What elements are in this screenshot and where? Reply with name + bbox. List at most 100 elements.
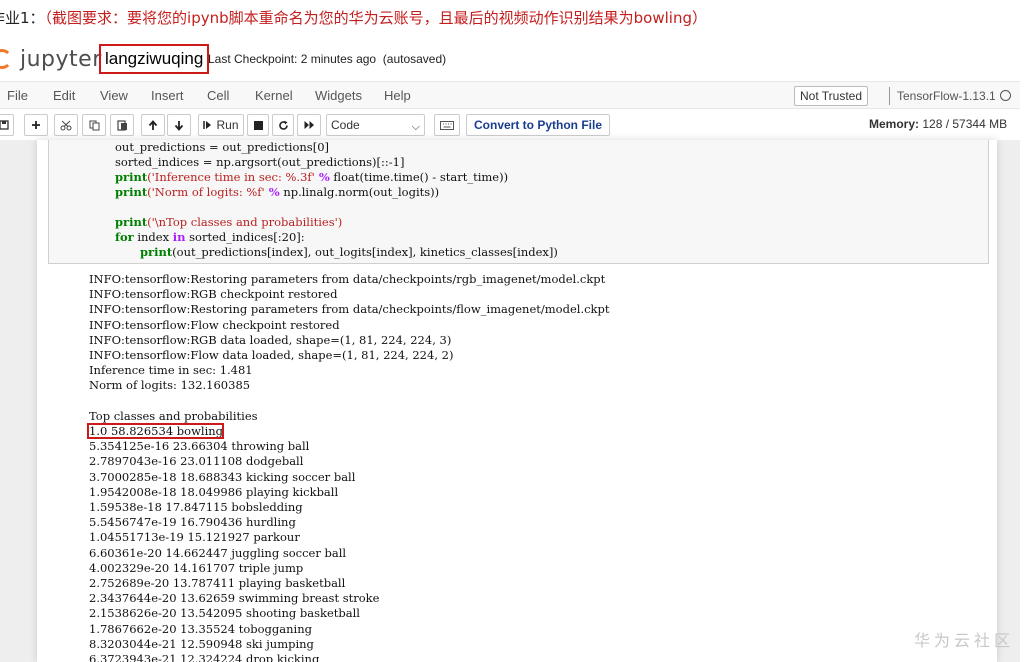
code-text: index bbox=[133, 230, 173, 244]
code-line: print(out_predictions[index], out_logits… bbox=[140, 245, 558, 260]
code-line: out_predictions = out_predictions[0] bbox=[115, 140, 329, 154]
result-highlight-box bbox=[87, 423, 224, 439]
paste-button[interactable] bbox=[110, 114, 134, 136]
trust-button[interactable]: Not Trusted bbox=[794, 86, 869, 106]
output-line: INFO:tensorflow:RGB data loaded, shape=(… bbox=[89, 332, 452, 347]
output-line: 1.7867662e-20 13.35524 tobogganing bbox=[89, 621, 312, 636]
output-line: Inference time in sec: 1.481 bbox=[89, 363, 253, 378]
keyboard-icon bbox=[440, 120, 454, 130]
memory-value: 128 / 57344 MB bbox=[922, 117, 1008, 131]
fast-forward-icon bbox=[304, 121, 314, 129]
output-line: 5.354125e-16 23.66304 throwing ball bbox=[89, 439, 310, 454]
output-line: 6.60361e-20 14.662447 juggling soccer ba… bbox=[89, 545, 347, 560]
notebook-name[interactable]: langziwuqing bbox=[99, 44, 210, 74]
notebook-header: jupyter langziwuqing Last Checkpoint: 2 … bbox=[0, 40, 1033, 78]
insert-cell-button[interactable] bbox=[24, 114, 48, 136]
save-button[interactable] bbox=[0, 114, 14, 136]
menu-cell[interactable]: Cell bbox=[207, 88, 229, 103]
copy-icon bbox=[89, 120, 99, 130]
banner-lead: 作业1： bbox=[0, 9, 45, 27]
assignment-banner: 作业1：（截图要求：要将您的ipynb脚本重命名为您的华为云账号，且最后的视频动… bbox=[0, 6, 707, 30]
output-line: 6.3723943e-21 12.324224 drop kicking bbox=[89, 652, 320, 662]
chevron-down-icon: ⌵ bbox=[411, 121, 420, 133]
output-line: INFO:tensorflow:Restoring parameters fro… bbox=[89, 272, 606, 286]
code-line: print('Norm of logits: %f' % np.linalg.n… bbox=[115, 185, 439, 200]
output-line: INFO:tensorflow:Restoring parameters fro… bbox=[89, 302, 610, 317]
code-string: ('Inference time in sec: %.3f' bbox=[147, 170, 315, 184]
code-line: for index in sorted_indices[:20]: bbox=[115, 230, 305, 245]
run-button[interactable]: Run bbox=[198, 114, 244, 136]
code-line: print('\nTop classes and probabilities') bbox=[115, 215, 342, 230]
cut-button[interactable] bbox=[54, 114, 78, 136]
code-line: print('Inference time in sec: %.3f' % fl… bbox=[115, 170, 508, 185]
checkpoint-status: Last Checkpoint: 2 minutes ago (autosave… bbox=[208, 52, 446, 66]
code-keyword: print bbox=[115, 170, 148, 184]
move-up-button[interactable] bbox=[141, 114, 165, 136]
toolbar: Run Code ⌵ Convert to Python File Memory… bbox=[0, 111, 1020, 139]
cell-type-value: Code bbox=[331, 118, 360, 132]
code-operator: in bbox=[172, 230, 186, 244]
menu-edit[interactable]: Edit bbox=[53, 88, 75, 103]
jupyter-logo-icon bbox=[0, 44, 14, 74]
output-line: INFO:tensorflow:Flow data loaded, shape=… bbox=[89, 348, 454, 362]
save-icon bbox=[0, 120, 9, 130]
code-keyword: print bbox=[115, 215, 148, 229]
code-text: np.linalg.norm(out_logits)) bbox=[279, 185, 440, 199]
code-text: sorted_indices[:20]: bbox=[185, 230, 305, 244]
arrow-up-icon bbox=[148, 119, 158, 130]
checkpoint-text: Last Checkpoint: 2 minutes ago bbox=[208, 52, 377, 66]
stop-icon bbox=[253, 120, 263, 130]
code-keyword: print bbox=[115, 185, 148, 199]
menu-bar: File Edit View Insert Cell Kernel Widget… bbox=[0, 81, 1020, 109]
menu-kernel[interactable]: Kernel bbox=[255, 88, 293, 103]
command-palette-button[interactable] bbox=[434, 114, 460, 136]
copy-button[interactable] bbox=[82, 114, 106, 136]
output-line: 2.752689e-20 13.787411 playing basketbal… bbox=[89, 576, 346, 590]
menu-file[interactable]: File bbox=[7, 88, 28, 103]
output-line: INFO:tensorflow:RGB checkpoint restored bbox=[89, 287, 338, 302]
jupyter-logo[interactable]: jupyter bbox=[0, 42, 102, 76]
menu-widgets[interactable]: Widgets bbox=[315, 88, 362, 103]
restart-button[interactable] bbox=[272, 114, 294, 136]
menu-insert[interactable]: Insert bbox=[151, 88, 184, 103]
scissors-icon bbox=[60, 120, 72, 130]
code-keyword: print bbox=[140, 245, 173, 259]
output-line: 2.1538626e-20 13.542095 shooting basketb… bbox=[89, 606, 360, 621]
memory-label: Memory: bbox=[869, 117, 920, 131]
kernel-name[interactable]: TensorFlow-1.13.1 bbox=[889, 87, 996, 105]
run-all-button[interactable] bbox=[297, 114, 321, 136]
output-line: INFO:tensorflow:Flow checkpoint restored bbox=[89, 317, 340, 332]
output-line: 8.3203044e-21 12.590948 ski jumping bbox=[89, 636, 314, 651]
scrollbar-track[interactable] bbox=[1020, 81, 1033, 662]
code-text: float(time.time() - start_time)) bbox=[329, 170, 509, 184]
code-string: ('\nTop classes and probabilities') bbox=[147, 215, 343, 229]
output-line: Norm of logits: 132.160385 bbox=[89, 378, 251, 393]
plus-icon bbox=[32, 121, 40, 129]
output-line: 5.5456747e-19 16.790436 hurdling bbox=[89, 515, 296, 530]
step-forward-icon bbox=[203, 121, 212, 129]
code-keyword: for bbox=[115, 230, 134, 244]
menu-help[interactable]: Help bbox=[384, 88, 411, 103]
code-string: ('Norm of logits: %f' bbox=[147, 185, 265, 199]
convert-to-python-button[interactable]: Convert to Python File bbox=[466, 114, 611, 136]
output-line: 1.59538e-18 17.847115 bobsledding bbox=[89, 500, 303, 514]
refresh-icon bbox=[278, 120, 288, 130]
output-line: 4.002329e-20 14.161707 triple jump bbox=[89, 560, 304, 575]
output-line: Top classes and probabilities bbox=[89, 408, 258, 423]
move-down-button[interactable] bbox=[167, 114, 191, 136]
output-line: 1.9542008e-18 18.049986 playing kickball bbox=[89, 484, 339, 499]
menu-view[interactable]: View bbox=[100, 88, 128, 103]
output-line: 2.7897043e-16 23.011108 dodgeball bbox=[89, 454, 304, 469]
autosave-text: (autosaved) bbox=[382, 52, 447, 66]
code-line: sorted_indices = np.argsort(out_predicti… bbox=[115, 155, 405, 169]
cell-type-select[interactable]: Code ⌵ bbox=[326, 114, 425, 136]
output-line: 1.04551713e-19 15.121927 parkour bbox=[89, 530, 300, 545]
kernel-idle-icon bbox=[1000, 90, 1011, 101]
interrupt-button[interactable] bbox=[247, 114, 269, 136]
code-operator: % bbox=[264, 185, 280, 199]
output-line: 2.3437644e-20 13.62659 swimming breast s… bbox=[89, 591, 380, 606]
watermark: 华为云社区 bbox=[914, 631, 1015, 650]
arrow-down-icon bbox=[174, 120, 184, 131]
code-text: (out_predictions[index], out_logits[inde… bbox=[172, 245, 558, 259]
paste-icon bbox=[116, 120, 127, 131]
